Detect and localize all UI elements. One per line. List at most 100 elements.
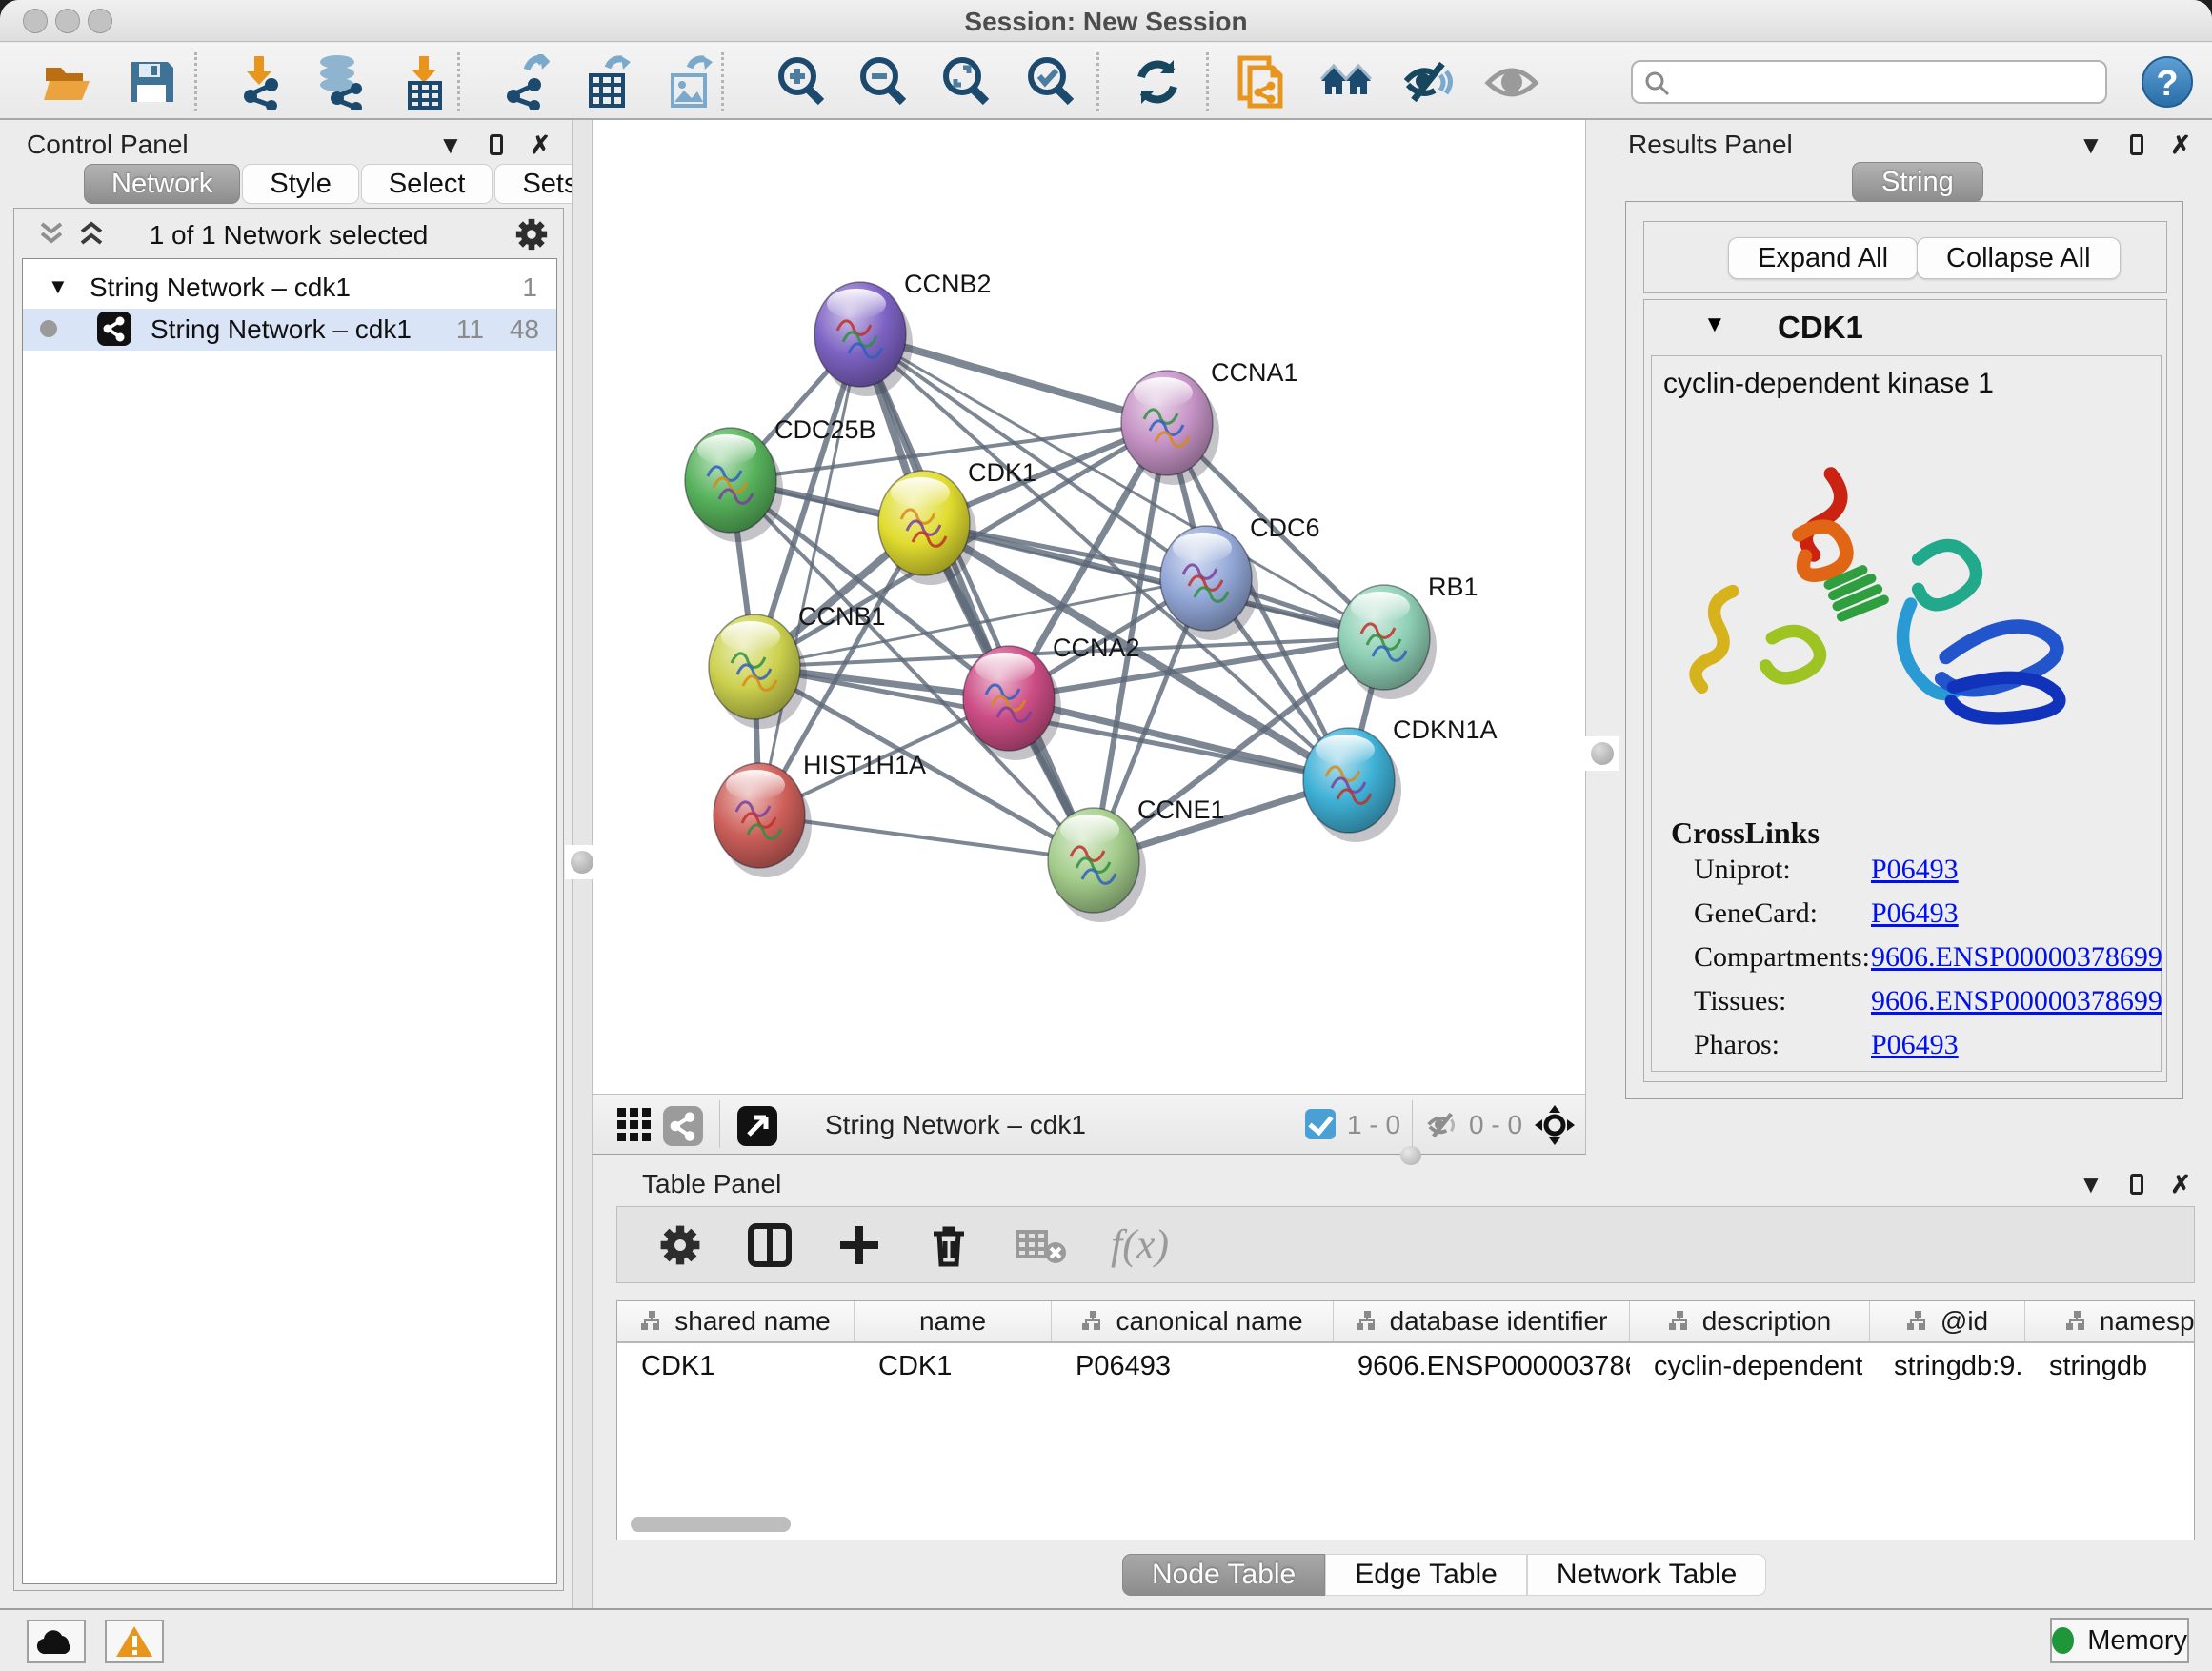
maximize-panel-icon[interactable] [2130,1174,2143,1195]
network-node-CCNB2[interactable]: CCNB2 [814,270,992,396]
network-collection-row[interactable]: ▼ String Network – cdk1 1 [23,269,556,307]
maximize-panel-icon[interactable] [490,134,503,155]
network-options-gear-icon[interactable] [513,216,550,252]
string-results-container: Expand All Collapse All ▼ CDK1 cyclin-de… [1625,201,2183,1099]
tab-network-table[interactable]: Network Table [1527,1554,1767,1596]
column-header[interactable]: @id [1870,1301,2025,1341]
refresh-icon[interactable] [1130,54,1185,110]
crosslink-link[interactable]: P06493 [1871,1029,1959,1061]
crosslink-link[interactable]: 9606.ENSP00000378699 [1871,985,2162,1017]
network-node-CDKN1A[interactable]: CDKN1A [1303,715,1498,842]
zoom-out-icon[interactable] [855,54,911,110]
first-neighbors-icon[interactable] [1318,54,1374,110]
import-database-icon[interactable] [312,54,368,110]
table-cell[interactable]: stringdb:9... [1870,1343,2025,1391]
tab-edge-table[interactable]: Edge Table [1325,1554,1527,1596]
tab-string[interactable]: String [1852,162,1983,202]
table-cell[interactable]: cyclin-dependent ... [1630,1343,1870,1391]
network-list-container: 1 of 1 Network selected ▼ String Network… [13,208,564,1591]
network-node-CCNE1[interactable]: CCNE1 [1048,795,1225,922]
network-edges[interactable] [731,334,1384,860]
float-panel-icon[interactable]: ▼ [438,131,463,158]
column-header[interactable]: name [855,1301,1052,1341]
network-node-CCNB1[interactable]: CCNB1 [709,602,886,729]
network-view-statusbar: String Network – cdk1 1 - 0 0 - 0 [593,1094,1586,1155]
expand-all-button[interactable]: Expand All [1728,237,1918,279]
network-node-CDK1[interactable]: CDK1 [878,458,1036,585]
open-file-icon[interactable] [40,54,95,110]
collection-expander-icon[interactable]: ▼ [48,274,69,299]
panel-splitter-left[interactable] [572,120,593,1608]
zoom-selected-icon[interactable] [1023,54,1078,110]
import-table-icon[interactable] [396,54,452,110]
search-box [1631,60,2107,104]
export-table-icon[interactable] [579,54,634,110]
column-header[interactable]: namespac [2025,1301,2195,1341]
create-column-icon[interactable] [836,1222,882,1268]
birdseye-navigator-icon[interactable] [1534,1104,1576,1146]
close-panel-icon[interactable]: ✗ [530,131,551,158]
table-cell[interactable]: CDK1 [855,1343,1052,1391]
table-row[interactable]: CDK1CDK1P064939606.ENSP00000378699cyclin… [617,1343,2194,1391]
table-cell[interactable]: stringdb [2025,1343,2195,1391]
network-node-CDC6[interactable]: CDC6 [1160,513,1320,640]
function-builder-icon[interactable]: f(x) [1111,1220,1169,1269]
cloud-status-button[interactable] [27,1620,86,1663]
selected-nodes-checkbox-icon[interactable] [1305,1109,1336,1139]
popout-view-icon[interactable] [737,1106,777,1146]
float-panel-icon[interactable]: ▼ [2079,1171,2103,1198]
column-header[interactable]: shared name [617,1301,855,1341]
import-network-icon[interactable] [231,54,287,110]
network-node-RB1[interactable]: RB1 [1338,573,1478,699]
tab-select[interactable]: Select [361,164,493,204]
network-row-selected[interactable]: String Network – cdk1 11 48 [23,309,556,351]
network-node-CDC25B[interactable]: CDC25B [685,415,876,542]
help-icon[interactable]: ? [2142,56,2193,108]
network-node-HIST1H1A[interactable]: HIST1H1A [714,751,926,877]
crosslink-label: Compartments: [1694,941,1870,973]
warnings-button[interactable] [105,1620,164,1663]
table-cell[interactable]: CDK1 [617,1343,855,1391]
crosslink-link[interactable]: P06493 [1871,897,1959,930]
export-image-icon[interactable] [661,54,716,110]
table-options-gear-icon[interactable] [657,1222,703,1268]
tab-node-table[interactable]: Node Table [1122,1554,1325,1596]
export-network-icon[interactable] [498,54,553,110]
table-cell[interactable]: 9606.ENSP00000378699 [1334,1343,1630,1391]
control-panel-title: Control Panel [27,130,189,160]
string-network-graph[interactable]: CCNB2CCNA1CDC25BCDK1CDC6RB1CCNB1CCNA2CDK… [593,120,1586,1094]
close-panel-icon[interactable]: ✗ [2170,1171,2191,1198]
delete-table-icon[interactable] [1016,1222,1067,1268]
memory-button[interactable]: Memory [2050,1618,2189,1663]
crosslink-link[interactable]: P06493 [1871,854,1959,886]
section-expander-icon[interactable]: ▼ [1703,312,1726,338]
grid-view-icon[interactable] [615,1106,654,1144]
search-input[interactable] [1680,64,2100,100]
splitter-handle[interactable] [1585,736,1619,771]
close-panel-icon[interactable]: ✗ [2170,131,2191,158]
maximize-panel-icon[interactable] [2130,134,2143,155]
float-panel-icon[interactable]: ▼ [2079,131,2103,158]
save-session-icon[interactable] [124,54,179,110]
gene-section-header[interactable]: ▼ CDK1 [1644,300,2166,353]
tab-style[interactable]: Style [242,164,358,204]
show-all-icon[interactable] [1484,54,1539,110]
string-view-icon[interactable] [663,1106,703,1146]
splitter-handle[interactable] [1400,1146,1421,1165]
zoom-fit-icon[interactable] [938,54,994,110]
delete-column-icon[interactable] [926,1222,972,1268]
column-header[interactable]: database identifier [1334,1301,1630,1341]
table-cell[interactable]: P06493 [1052,1343,1334,1391]
network-canvas[interactable]: CCNB2CCNA1CDC25BCDK1CDC6RB1CCNB1CCNA2CDK… [593,120,1586,1094]
scrollbar-thumb[interactable] [631,1517,791,1532]
collapse-all-button[interactable]: Collapse All [1917,237,2121,279]
duplicate-network-icon[interactable] [1235,54,1290,110]
show-columns-icon[interactable] [747,1222,793,1268]
hide-selected-icon[interactable] [1400,54,1456,110]
tab-network[interactable]: Network [84,164,240,204]
column-header[interactable]: description [1630,1301,1870,1341]
crosslink-link[interactable]: 9606.ENSP00000378699 [1871,941,2162,974]
zoom-in-icon[interactable] [774,54,829,110]
column-header[interactable]: canonical name [1052,1301,1334,1341]
horizontal-scrollbar[interactable] [621,1517,2188,1534]
